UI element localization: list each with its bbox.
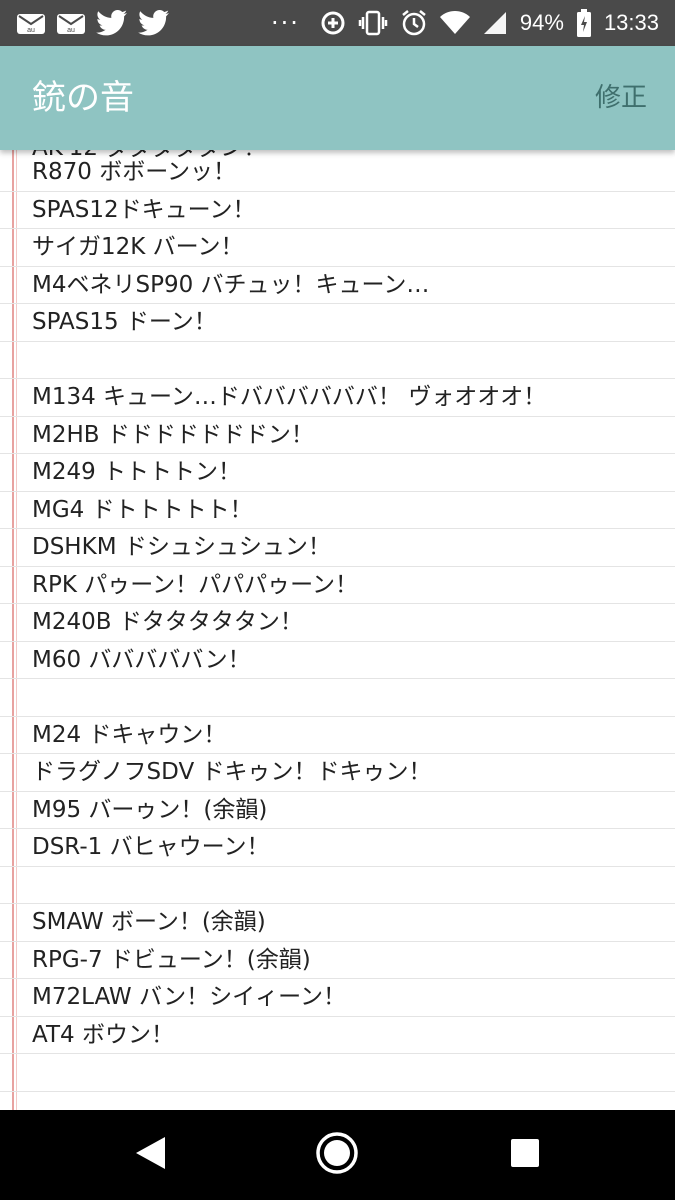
note-line: M249 トトトトン！ bbox=[0, 454, 675, 492]
note-line: M240B ドタタタタタン！ bbox=[0, 604, 675, 642]
note-line: ドラグノフSDV ドキゥン！ドキゥン！ bbox=[0, 754, 675, 792]
note-line bbox=[0, 1092, 675, 1111]
status-bar: au au ··· 94% 13:33 bbox=[0, 0, 675, 46]
note-line bbox=[0, 1054, 675, 1092]
svg-text:au: au bbox=[27, 27, 35, 34]
note-line: M72LAW バン！シイィーン！ bbox=[0, 979, 675, 1017]
recents-icon bbox=[510, 1138, 540, 1172]
note-line bbox=[0, 679, 675, 717]
note-line: RPK パゥーン！パパパゥーン！ bbox=[0, 567, 675, 604]
note-line: M95 バーゥン！(余韻) bbox=[0, 792, 675, 829]
note-lines: R870 ボボーンッ！ SPAS12ドキューン！ サイガ12K バーン！ M4ベネリS… bbox=[0, 154, 675, 1110]
twitter-icon bbox=[96, 10, 128, 36]
svg-text:au: au bbox=[67, 27, 75, 34]
app-bar: 銃の音 修正 bbox=[0, 46, 675, 150]
note-line: M134 キューン…ドババババババ！ ヴォオオオ！ bbox=[0, 379, 675, 417]
note-content[interactable]: AK-12 ダダダダダン！ R870 ボボーンッ！SPAS12ドキューン！サイガ… bbox=[0, 150, 675, 1110]
note-line: DSHKM ドシュシュシュン！ bbox=[0, 529, 675, 567]
note-line: SMAW ボーン！(余韻) bbox=[0, 904, 675, 942]
page-title: 銃の音 bbox=[32, 78, 134, 118]
note-line: AT4 ボウン！ bbox=[0, 1017, 675, 1054]
wifi-icon bbox=[439, 11, 470, 35]
twitter-icon bbox=[138, 10, 170, 36]
navigation-bar bbox=[0, 1110, 675, 1200]
data-saver-icon bbox=[320, 10, 346, 36]
alarm-icon bbox=[400, 9, 428, 37]
note-line: M24 ドキャウン！ bbox=[0, 717, 675, 754]
note-line: M60 バババババン！ bbox=[0, 642, 675, 679]
home-button[interactable] bbox=[297, 1110, 377, 1200]
note-line: M2HB ドドドドドドドン！ bbox=[0, 417, 675, 454]
battery-icon bbox=[576, 9, 592, 37]
note-line bbox=[0, 342, 675, 379]
note-line: SPAS12ドキューン！ bbox=[0, 192, 675, 229]
home-icon bbox=[315, 1131, 359, 1179]
vibrate-icon bbox=[358, 10, 388, 36]
au-mail-icon: au bbox=[56, 10, 86, 36]
note-line: MG4 ドトトトトト！ bbox=[0, 492, 675, 529]
clock: 13:33 bbox=[603, 10, 659, 35]
edit-button[interactable]: 修正 bbox=[595, 46, 647, 150]
au-mail-icon: au bbox=[16, 10, 46, 36]
overflow-dots: ··· bbox=[271, 9, 300, 37]
note-line: R870 ボボーンッ！ bbox=[0, 154, 675, 192]
note-line: サイガ12K バーン！ bbox=[0, 229, 675, 267]
back-button[interactable] bbox=[110, 1110, 190, 1200]
system-icons: ··· 94% 13:33 bbox=[271, 0, 659, 46]
battery-percent: 94% bbox=[519, 10, 564, 35]
note-line: RPG-7 ドビューン！(余韻) bbox=[0, 942, 675, 979]
signal-icon bbox=[482, 11, 508, 35]
back-icon bbox=[133, 1135, 167, 1175]
note-line: SPAS15 ドーン！ bbox=[0, 304, 675, 342]
note-line bbox=[0, 867, 675, 904]
note-line: DSR-1 バヒャウーン！ bbox=[0, 829, 675, 867]
note-line: M4ベネリSP90 バチュッ！キューン… bbox=[0, 267, 675, 304]
notification-icons: au au bbox=[16, 0, 170, 46]
recents-button[interactable] bbox=[485, 1110, 565, 1200]
